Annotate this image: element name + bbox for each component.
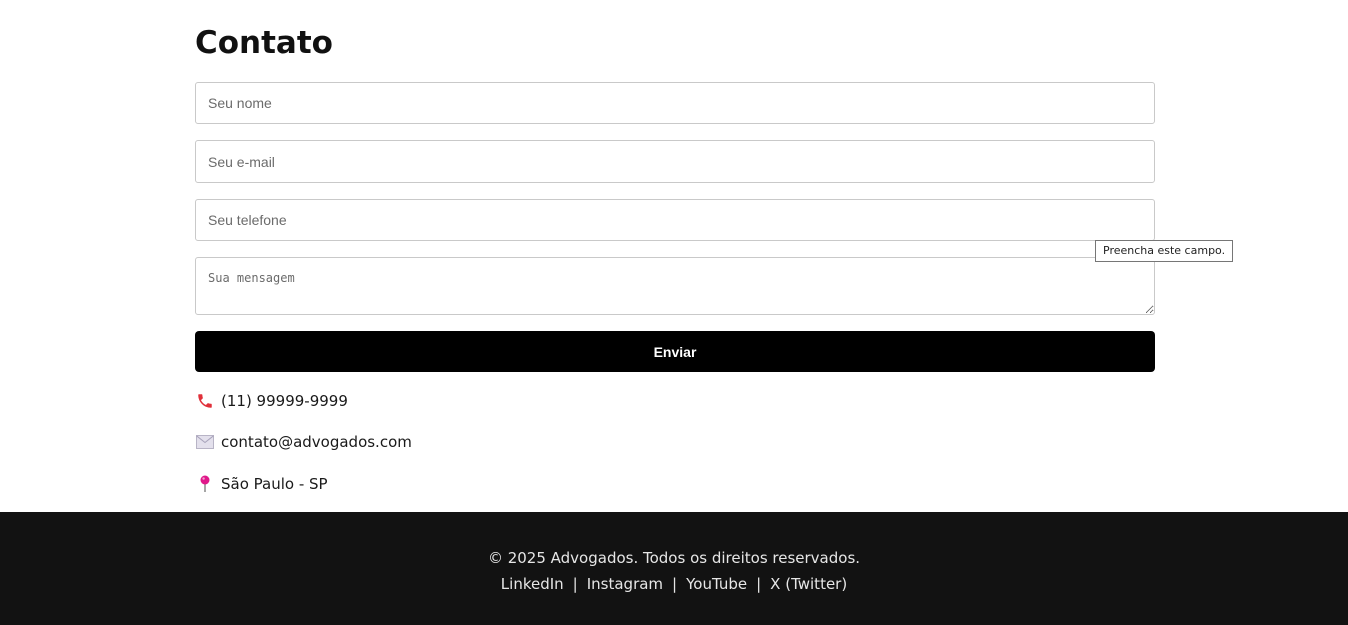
- name-input[interactable]: [195, 82, 1155, 124]
- send-button[interactable]: Enviar: [195, 331, 1155, 372]
- twitter-link[interactable]: X (Twitter): [770, 575, 847, 593]
- contact-phone-text: (11) 99999-9999: [221, 392, 348, 410]
- phone-icon: [195, 391, 215, 411]
- pin-icon: [195, 474, 215, 494]
- link-separator: |: [672, 575, 678, 593]
- link-separator: |: [756, 575, 762, 593]
- contact-email-text: contato@advogados.com: [221, 433, 412, 451]
- contact-email: contato@advogados.com: [195, 431, 412, 453]
- copyright-text: © 2025 Advogados. Todos os direitos rese…: [487, 549, 861, 567]
- message-textarea[interactable]: [195, 257, 1155, 315]
- page: Contato Enviar (11) 99999-9999 contato@a…: [0, 0, 1348, 625]
- email-input[interactable]: [195, 140, 1155, 183]
- footer-links: LinkedIn | Instagram | YouTube | X (Twitter): [0, 574, 1348, 594]
- phone-input[interactable]: [195, 199, 1155, 241]
- instagram-link[interactable]: Instagram: [587, 575, 663, 593]
- youtube-link[interactable]: YouTube: [686, 575, 747, 593]
- contact-location-text: São Paulo - SP: [221, 475, 328, 493]
- link-separator: |: [572, 575, 578, 593]
- contact-location: São Paulo - SP: [195, 473, 328, 495]
- page-title: Contato: [195, 25, 333, 61]
- envelope-icon: [195, 432, 215, 452]
- linkedin-link[interactable]: LinkedIn: [501, 575, 564, 593]
- validation-tooltip: Preencha este campo.: [1095, 240, 1234, 262]
- contact-phone: (11) 99999-9999: [195, 390, 348, 412]
- footer: © 2025 Advogados. Todos os direitos rese…: [0, 512, 1348, 625]
